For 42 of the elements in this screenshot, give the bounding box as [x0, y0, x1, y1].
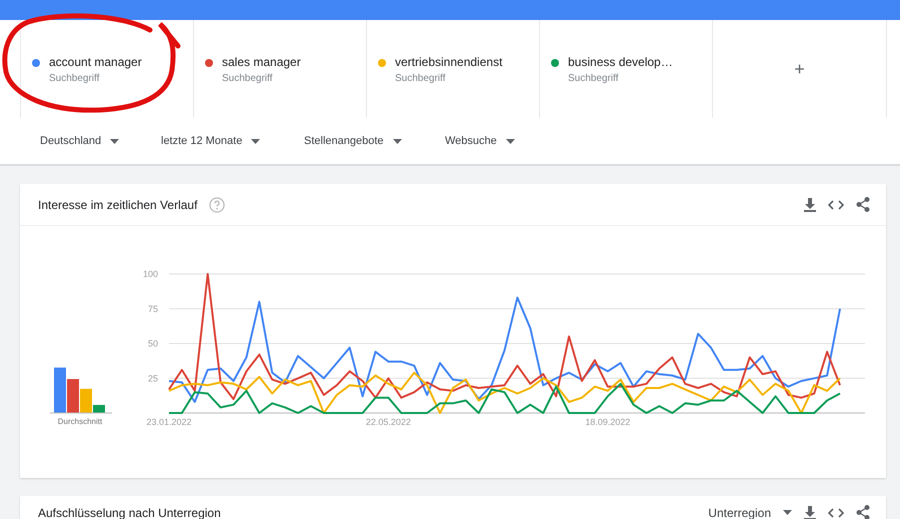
term-name: vertriebsinnendienst [395, 55, 502, 69]
x-axis-label: 22.05.2022 [366, 417, 411, 427]
share-icon [856, 505, 870, 519]
embed-button[interactable] [828, 508, 844, 518]
x-axis-label: 23.01.2022 [146, 417, 192, 427]
average-bar [54, 368, 66, 413]
y-axis-label: 75 [148, 304, 158, 314]
download-button[interactable] [804, 506, 816, 519]
download-button[interactable] [804, 198, 816, 212]
term-type: Suchbegriff [395, 73, 446, 84]
term-type: Suchbegriff [49, 73, 100, 84]
filter-dropdown[interactable]: Websuche [445, 135, 515, 147]
term-name: sales manager [222, 55, 301, 69]
y-axis-label: 25 [148, 373, 158, 384]
card-title: Interesse im zeitlichen Verlauf [38, 198, 198, 212]
average-label: Durchschnitt [58, 417, 102, 426]
share-icon [856, 197, 870, 212]
term-name: account manager [49, 55, 142, 69]
y-axis-label: 50 [148, 338, 158, 348]
download-icon [804, 506, 816, 519]
dropdown-caret-icon [506, 138, 515, 144]
term-type: Suchbegriff [222, 73, 274, 84]
embed-button[interactable] [828, 200, 844, 210]
filter-dropdown[interactable]: Stellenangebote [304, 135, 402, 147]
download-icon [804, 198, 816, 212]
filter-dropdown[interactable]: Deutschland [40, 135, 120, 147]
average-bar [67, 379, 79, 413]
term-type: Suchbegriff [568, 73, 620, 84]
dropdown-caret-icon [392, 138, 402, 144]
dropdown-caret-icon [110, 138, 120, 144]
term-name: business develop… [568, 55, 673, 69]
filter-dropdown[interactable]: letzte 12 Monate [161, 135, 260, 147]
x-axis-label: 18.09.2022 [585, 417, 630, 427]
y-axis-label: 100 [142, 269, 158, 279]
code-embed-icon [828, 508, 844, 518]
region-dropdown[interactable]: Unterregion [708, 506, 792, 519]
share-button[interactable] [856, 505, 870, 519]
dropdown-caret-icon [783, 510, 792, 515]
share-button[interactable] [856, 197, 870, 212]
dropdown-caret-icon [251, 138, 260, 144]
add-term-button[interactable]: + [790, 58, 809, 80]
code-embed-icon [828, 200, 844, 210]
